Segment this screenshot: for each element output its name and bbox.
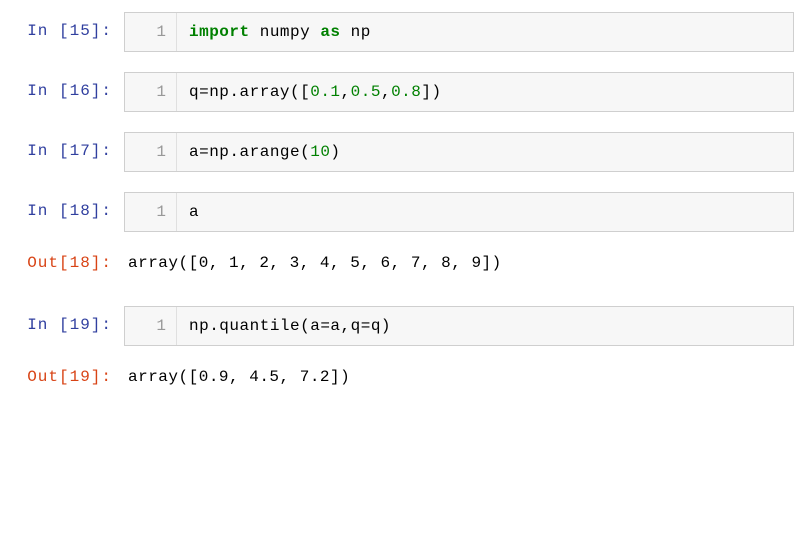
code-container[interactable]: 1a <box>124 192 794 232</box>
line-number: 1 <box>125 73 177 111</box>
output-cell: Out[18]:array([0, 1, 2, 3, 4, 5, 6, 7, 8… <box>0 244 794 282</box>
code-token: np.quantile(a=a,q=q) <box>189 317 391 335</box>
code-container[interactable]: 1a=np.arange(10) <box>124 132 794 172</box>
input-cell: In [18]:1a <box>0 192 794 232</box>
code-content[interactable]: a <box>177 193 793 231</box>
input-prompt: In [17]: <box>0 132 124 160</box>
line-number: 1 <box>125 193 177 231</box>
input-cell: In [19]:1 np.quantile(a=a,q=q) <box>0 306 794 346</box>
code-token: 0.1 <box>310 83 340 101</box>
code-container[interactable]: 1import numpy as np <box>124 12 794 52</box>
input-cell: In [17]:1a=np.arange(10) <box>0 132 794 172</box>
code-token: 0.8 <box>391 83 421 101</box>
code-token: import <box>189 23 250 41</box>
code-token: a=np.arange( <box>189 143 310 161</box>
code-token: np <box>341 23 371 41</box>
output-prompt: Out[18]: <box>0 244 124 272</box>
code-token: numpy <box>250 23 321 41</box>
code-container[interactable]: 1 np.quantile(a=a,q=q) <box>124 306 794 346</box>
input-prompt: In [19]: <box>0 306 124 334</box>
code-token: q=np.array([ <box>189 83 310 101</box>
line-number: 1 <box>125 307 177 345</box>
input-prompt: In [15]: <box>0 12 124 40</box>
code-token: ) <box>330 143 340 161</box>
code-content[interactable]: q=np.array([0.1,0.5,0.8]) <box>177 73 793 111</box>
code-content[interactable]: a=np.arange(10) <box>177 133 793 171</box>
code-container[interactable]: 1q=np.array([0.1,0.5,0.8]) <box>124 72 794 112</box>
code-token: ]) <box>421 83 441 101</box>
line-number: 1 <box>125 13 177 51</box>
input-prompt: In [18]: <box>0 192 124 220</box>
code-token: a <box>189 203 199 221</box>
code-token: , <box>381 83 391 101</box>
output-prompt: Out[19]: <box>0 358 124 386</box>
code-token: 10 <box>310 143 330 161</box>
output-content: array([0, 1, 2, 3, 4, 5, 6, 7, 8, 9]) <box>124 244 794 282</box>
code-token: , <box>341 83 351 101</box>
code-token: as <box>320 23 340 41</box>
output-content: array([0.9, 4.5, 7.2]) <box>124 358 794 396</box>
input-prompt: In [16]: <box>0 72 124 100</box>
code-content[interactable]: import numpy as np <box>177 13 793 51</box>
line-number: 1 <box>125 133 177 171</box>
input-cell: In [16]:1q=np.array([0.1,0.5,0.8]) <box>0 72 794 112</box>
notebook-container: In [15]:1import numpy as npIn [16]:1q=np… <box>0 12 794 396</box>
code-content[interactable]: np.quantile(a=a,q=q) <box>177 307 793 345</box>
input-cell: In [15]:1import numpy as np <box>0 12 794 52</box>
code-token: 0.5 <box>351 83 381 101</box>
output-cell: Out[19]:array([0.9, 4.5, 7.2]) <box>0 358 794 396</box>
